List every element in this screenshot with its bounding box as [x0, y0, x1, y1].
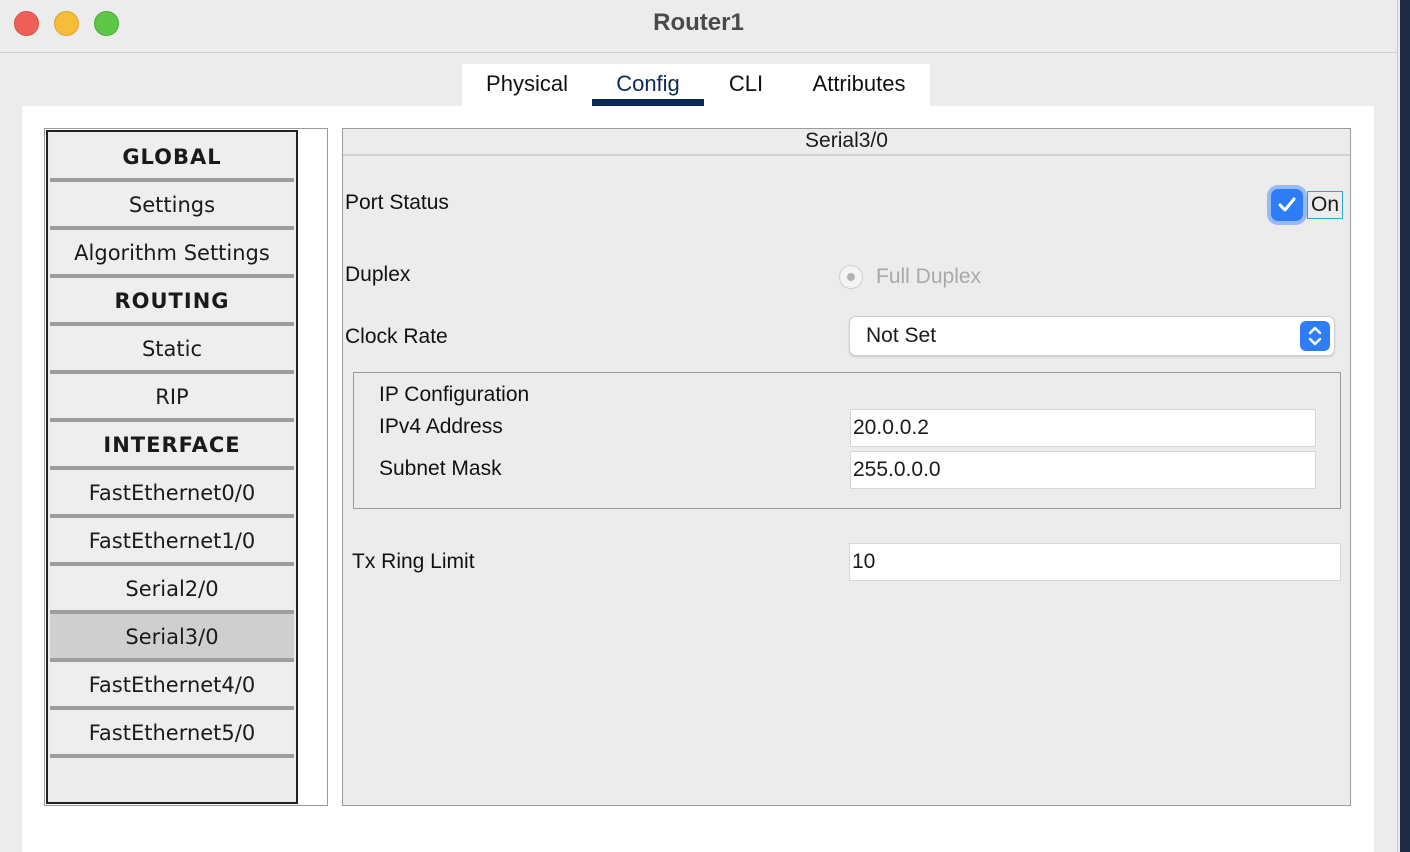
sidebar: GLOBAL Settings Algorithm Settings ROUTI… [44, 128, 328, 806]
interface-panel: Serial3/0 Port Status On Duplex Full Dup… [342, 128, 1351, 806]
clock-rate-label: Clock Rate [345, 325, 448, 348]
background-edge [1400, 0, 1410, 852]
sidebar-item-settings[interactable]: Settings [50, 182, 294, 230]
sidebar-item-serial2-0[interactable]: Serial2/0 [50, 566, 294, 614]
tab-cli[interactable]: CLI [704, 64, 788, 106]
chevron-updown-icon [1300, 321, 1330, 351]
sidebar-item-fastethernet4-0[interactable]: FastEthernet4/0 [50, 662, 294, 710]
ip-configuration-title: IP Configuration [379, 383, 530, 406]
sidebar-header-global: GLOBAL [50, 134, 294, 182]
tab-config[interactable]: Config [592, 64, 704, 106]
sidebar-item-fastethernet0-0[interactable]: FastEthernet0/0 [50, 470, 294, 518]
router-window: Router1 Physical Config CLI Attributes G… [0, 0, 1398, 852]
clock-rate-select[interactable]: Not Set [849, 316, 1335, 356]
full-duplex-label: Full Duplex [876, 265, 982, 288]
sidebar-item-serial3-0[interactable]: Serial3/0 [50, 614, 294, 662]
ipv4-address-label: IPv4 Address [379, 415, 503, 438]
ip-configuration-group: IP Configuration IPv4 Address 20.0.0.2 S… [353, 372, 1341, 509]
port-status-label: Port Status [345, 191, 449, 214]
panel-title: Serial3/0 [343, 129, 1350, 156]
sidebar-list[interactable]: GLOBAL Settings Algorithm Settings ROUTI… [46, 130, 298, 804]
port-status-on-label[interactable]: On [1307, 191, 1343, 219]
sidebar-item-fastethernet5-0[interactable]: FastEthernet5/0 [50, 710, 294, 758]
tab-physical[interactable]: Physical [462, 64, 592, 106]
subnet-mask-label: Subnet Mask [379, 457, 502, 480]
sidebar-item-rip[interactable]: RIP [50, 374, 294, 422]
checkmark-icon [1278, 197, 1296, 212]
sidebar-item-static[interactable]: Static [50, 326, 294, 374]
title-bar: Router1 [0, 0, 1397, 53]
tab-bar: Physical Config CLI Attributes [462, 64, 930, 106]
sidebar-empty-space [50, 758, 294, 802]
clock-rate-value: Not Set [866, 324, 937, 347]
sidebar-header-routing: ROUTING [50, 278, 294, 326]
tx-ring-limit-field[interactable]: 10 [849, 543, 1341, 581]
tx-ring-limit-label: Tx Ring Limit [352, 550, 475, 573]
subnet-mask-field[interactable]: 255.0.0.0 [850, 451, 1316, 489]
ipv4-address-field[interactable]: 20.0.0.2 [850, 409, 1316, 447]
radio-dot-icon [847, 273, 855, 281]
sidebar-header-interface: INTERFACE [50, 422, 294, 470]
sidebar-item-fastethernet1-0[interactable]: FastEthernet1/0 [50, 518, 294, 566]
window-title: Router1 [653, 9, 744, 36]
duplex-label: Duplex [345, 263, 411, 286]
port-status-checkbox[interactable] [1271, 189, 1303, 221]
full-duplex-radio[interactable] [839, 265, 863, 289]
tab-attributes[interactable]: Attributes [788, 64, 930, 106]
sidebar-item-algorithm-settings[interactable]: Algorithm Settings [50, 230, 294, 278]
